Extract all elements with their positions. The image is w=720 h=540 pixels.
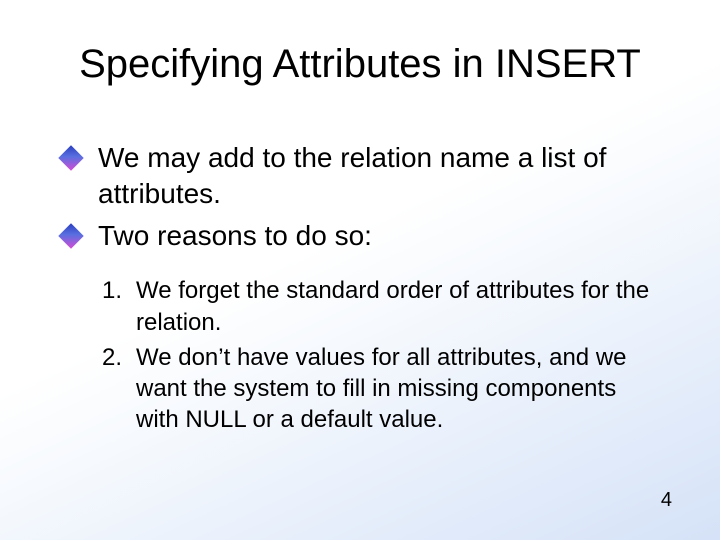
numbered-list: 1. We forget the standard order of attri… bbox=[102, 275, 662, 435]
bullet-item: Two reasons to do so: bbox=[62, 218, 662, 254]
numbered-marker: 1. bbox=[102, 275, 136, 306]
diamond-bullet-icon bbox=[58, 223, 83, 248]
bullet-text: We may add to the relation name a list o… bbox=[98, 140, 662, 212]
slide-body: We may add to the relation name a list o… bbox=[62, 140, 662, 439]
numbered-item: 2. We don’t have values for all attribut… bbox=[102, 342, 662, 436]
numbered-marker: 2. bbox=[102, 342, 136, 373]
numbered-text: We don’t have values for all attributes,… bbox=[136, 342, 662, 436]
page-number: 4 bbox=[661, 489, 672, 512]
numbered-text: We forget the standard order of attribut… bbox=[136, 275, 662, 337]
bullet-text: Two reasons to do so: bbox=[98, 218, 372, 254]
slide-title: Specifying Attributes in INSERT bbox=[0, 42, 720, 87]
diamond-bullet-icon bbox=[58, 145, 83, 170]
slide: Specifying Attributes in INSERT We may a… bbox=[0, 0, 720, 540]
numbered-item: 1. We forget the standard order of attri… bbox=[102, 275, 662, 337]
bullet-item: We may add to the relation name a list o… bbox=[62, 140, 662, 212]
